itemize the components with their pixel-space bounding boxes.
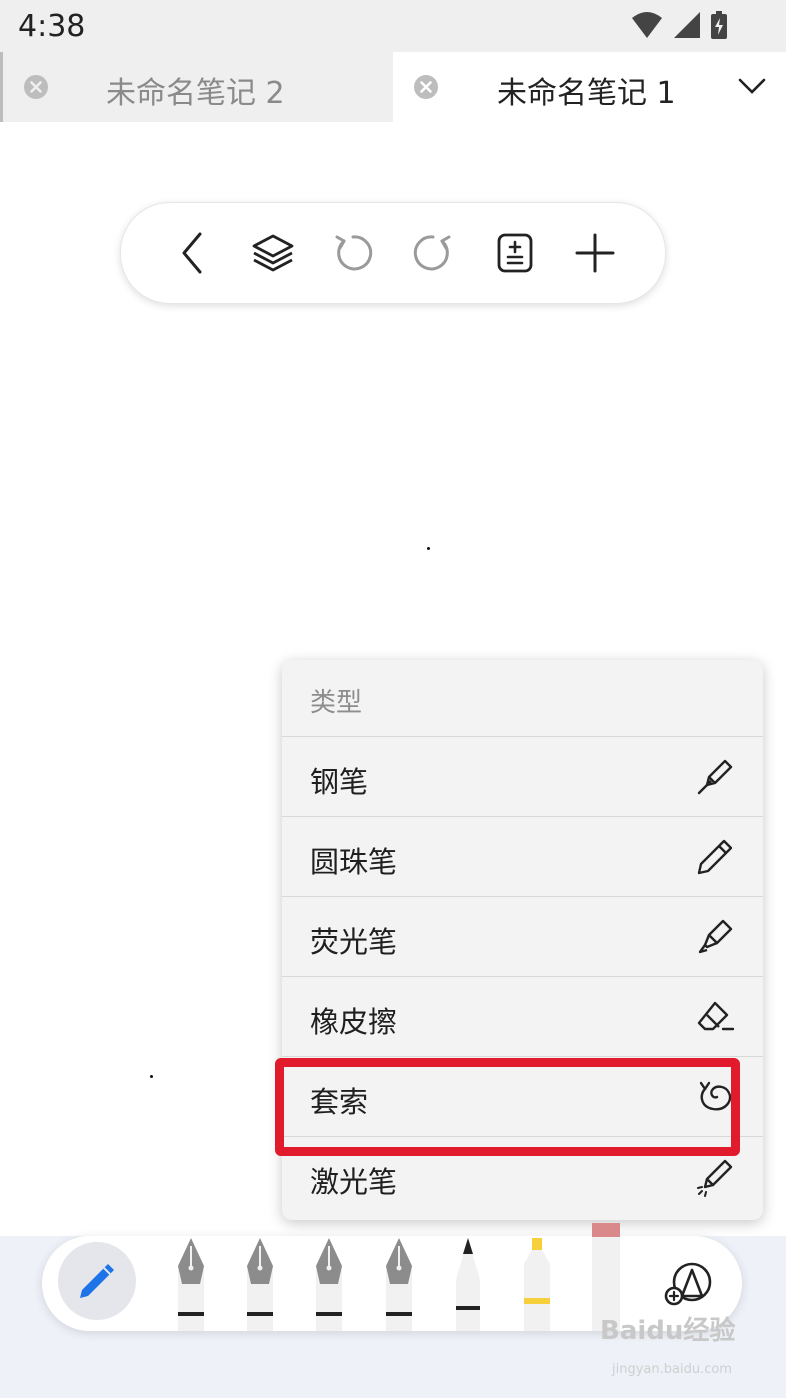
redo-icon: [413, 235, 451, 271]
menu-item-ballpoint-pen[interactable]: 圆珠笔: [282, 816, 763, 897]
menu-item-label: 圆珠笔: [310, 845, 398, 879]
add-button[interactable]: [573, 231, 617, 275]
ballpoint-pen-tool[interactable]: [452, 1236, 484, 1331]
signal-icon: [674, 12, 700, 38]
fountain-pen-tool-2[interactable]: [243, 1236, 277, 1331]
menu-header: 类型: [310, 688, 363, 718]
close-tab-icon[interactable]: [23, 74, 49, 100]
menu-item-label: 套索: [310, 1085, 369, 1119]
eraser-icon: [697, 1001, 735, 1031]
close-tab-icon[interactable]: [413, 74, 439, 100]
status-time: 4:38: [18, 9, 86, 44]
fountain-pen-tool-1[interactable]: [174, 1236, 208, 1331]
add-icon: [575, 233, 615, 273]
menu-item-label: 荧光笔: [310, 925, 398, 959]
fountain-pen-icon: [697, 759, 733, 795]
layers-button[interactable]: [251, 231, 295, 275]
page-adjust-button[interactable]: [493, 231, 537, 275]
back-icon: [182, 232, 202, 274]
menu-item-fountain-pen[interactable]: 钢笔: [282, 736, 763, 817]
tab-bar: 未命名笔记 2 未命名笔记 1: [0, 52, 786, 122]
menu-item-laser-pointer[interactable]: 激光笔: [282, 1136, 763, 1217]
status-bar: 4:38: [0, 0, 786, 52]
tab-label: 未命名笔记 1: [497, 76, 676, 111]
pen-type-menu: 类型 钢笔 圆珠笔 荧光笔 橡皮擦 套索 激光笔: [282, 660, 763, 1220]
menu-item-eraser[interactable]: 橡皮擦: [282, 976, 763, 1057]
layers-icon: [252, 234, 294, 272]
undo-icon: [335, 235, 373, 271]
ink-dot: [427, 547, 430, 550]
undo-button[interactable]: [331, 231, 375, 275]
redo-button[interactable]: [411, 231, 455, 275]
ink-dot: [150, 1075, 153, 1078]
canvas-toolbar: [120, 202, 666, 304]
page-adjust-icon: [497, 233, 533, 273]
laser-pointer-icon: [697, 1159, 733, 1197]
fountain-pen-tool-4[interactable]: [382, 1236, 416, 1331]
watermark: Baidu经验: [600, 1316, 736, 1346]
lasso-icon: [699, 1081, 732, 1111]
fountain-pen-tool-3[interactable]: [312, 1236, 346, 1331]
tab-note-1[interactable]: 未命名笔记 1: [393, 52, 786, 122]
menu-item-label: 激光笔: [310, 1165, 398, 1199]
battery-icon: [711, 11, 727, 39]
menu-item-lasso[interactable]: 套索: [282, 1056, 763, 1137]
highlighter-icon: [698, 919, 733, 954]
status-icons: [630, 10, 728, 40]
pencil-icon: [80, 1264, 114, 1298]
back-button[interactable]: [171, 231, 215, 275]
menu-item-label: 橡皮擦: [310, 1005, 398, 1039]
ballpoint-pen-icon: [697, 839, 733, 875]
shape-tools-icon[interactable]: [664, 1260, 714, 1308]
watermark-url: jingyan.baidu.com: [612, 1362, 732, 1377]
menu-item-highlighter[interactable]: 荧光笔: [282, 896, 763, 977]
chevron-down-icon[interactable]: [738, 76, 766, 96]
tab-label: 未命名笔记 2: [106, 76, 285, 111]
menu-item-label: 钢笔: [310, 765, 369, 799]
active-pen-button[interactable]: [58, 1242, 136, 1320]
highlighter-tool[interactable]: [520, 1236, 554, 1331]
tab-note-2[interactable]: 未命名笔记 2: [0, 52, 396, 122]
wifi-icon: [632, 12, 662, 38]
